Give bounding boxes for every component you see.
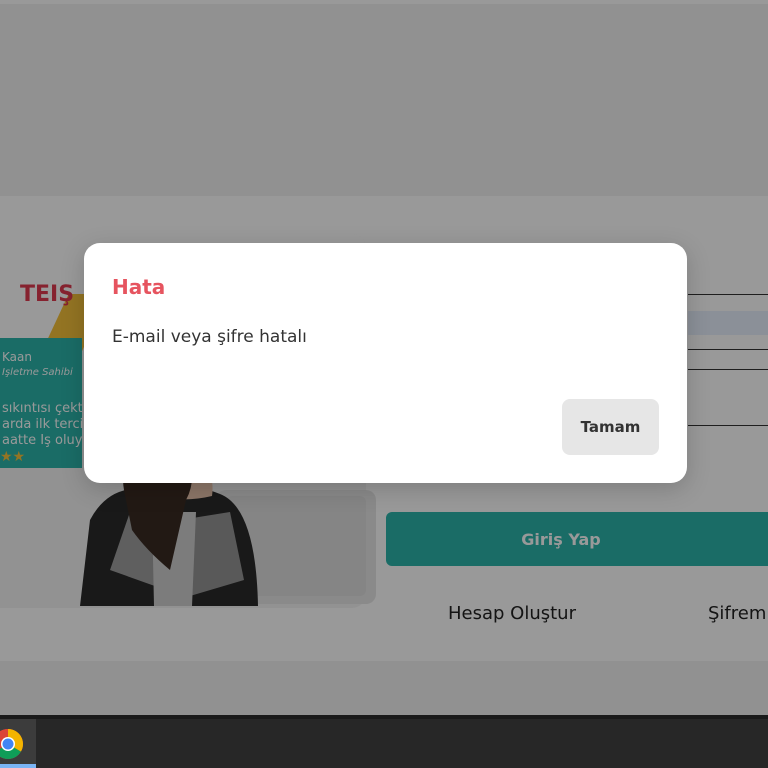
- chrome-icon[interactable]: [0, 728, 24, 760]
- dialog-title: Hata: [112, 275, 166, 299]
- ok-button[interactable]: Tamam: [562, 399, 659, 455]
- taskbar-active-indicator: [0, 764, 36, 768]
- dialog-message: E-mail veya şifre hatalı: [112, 327, 307, 347]
- taskbar-edge: [0, 715, 768, 719]
- taskbar: [0, 715, 768, 768]
- error-dialog: Hata E-mail veya şifre hatalı Tamam: [84, 243, 687, 483]
